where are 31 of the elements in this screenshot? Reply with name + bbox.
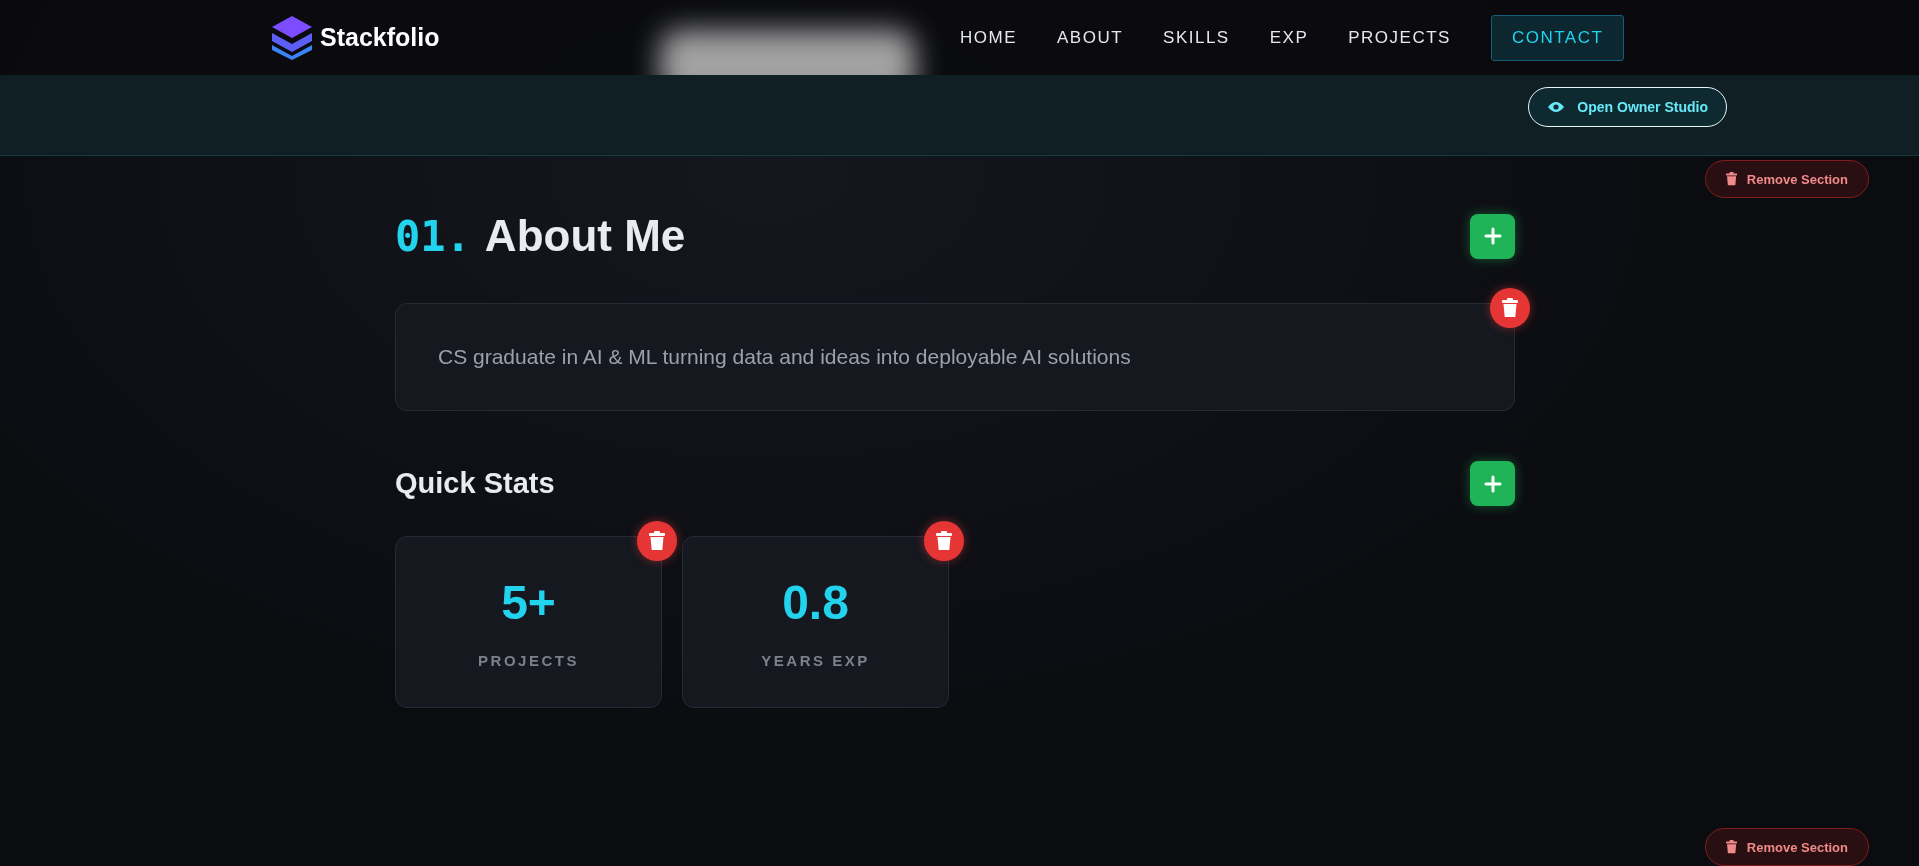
stat-value: 0.8 [782, 575, 849, 630]
trash-icon [1725, 840, 1737, 854]
add-button[interactable] [1470, 213, 1515, 259]
stat-value: 5+ [501, 575, 556, 630]
nav-link[interactable]: SKILLS [1163, 27, 1230, 48]
stat-label: PROJECTS [478, 652, 579, 669]
trash-icon [1725, 172, 1737, 186]
brand-name: Stackfolio [320, 23, 440, 52]
contact-button[interactable]: CONTACT [1490, 14, 1625, 61]
trash-icon [649, 531, 665, 551]
nav-link[interactable]: PROJECTS [1348, 27, 1451, 48]
delete-button[interactable] [637, 521, 677, 561]
plus-icon [1483, 474, 1502, 493]
trash-icon [936, 531, 952, 551]
about-text: CS graduate in AI & ML turning data and ideas into deployable AI solutions [438, 345, 1131, 369]
plus-icon [1483, 227, 1502, 245]
owner-studio-button[interactable]: Open Owner Studio [1528, 87, 1727, 127]
trash-icon [1502, 298, 1518, 318]
delete-button[interactable] [924, 521, 964, 561]
logo-icon [270, 14, 314, 61]
remove-section-button[interactable]: Remove Section [1704, 828, 1869, 866]
nav-link[interactable]: EXP [1269, 27, 1309, 48]
add-button[interactable] [1470, 461, 1515, 506]
delete-button[interactable] [1490, 288, 1530, 328]
section-subtitle: Quick Stats [395, 467, 555, 500]
section-title: 01. About Me [395, 211, 686, 261]
nav-link[interactable]: ABOUT [1057, 27, 1124, 48]
nav-link[interactable]: HOME [960, 27, 1017, 48]
stat-label: YEARS EXP [761, 652, 870, 669]
remove-section-button[interactable]: Remove Section [1704, 160, 1869, 198]
eye-icon [1547, 101, 1566, 113]
